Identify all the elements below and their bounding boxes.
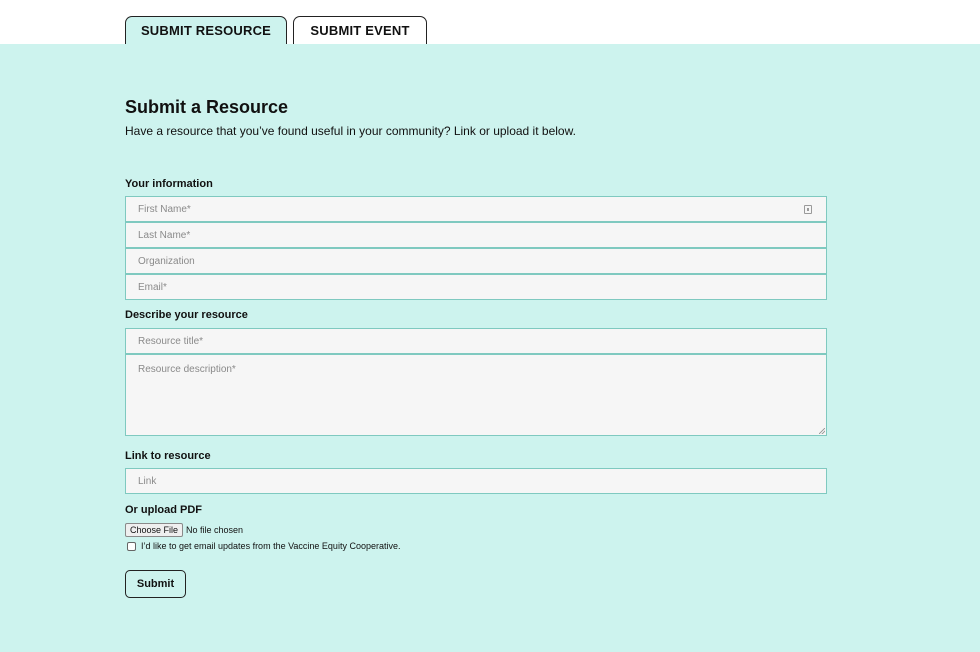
page-subtitle: Have a resource that you’ve found useful… bbox=[125, 124, 576, 138]
organization-placeholder: Organization bbox=[138, 255, 195, 267]
file-status: No file chosen bbox=[186, 525, 244, 535]
choose-file-button[interactable]: Choose File bbox=[125, 523, 184, 537]
section-label-link: Link to resource bbox=[125, 450, 211, 462]
resource-title-placeholder: Resource title* bbox=[138, 335, 204, 347]
tab-submit-resource[interactable]: SUBMIT RESOURCE bbox=[125, 16, 287, 44]
contact-card-icon[interactable] bbox=[804, 205, 812, 214]
form-panel: Submit a Resource Have a resource that y… bbox=[0, 44, 980, 652]
resize-grip-icon[interactable] bbox=[819, 428, 825, 434]
resource-description-field[interactable]: Resource description* bbox=[125, 354, 827, 436]
tab-submit-event[interactable]: SUBMIT EVENT bbox=[293, 16, 427, 44]
last-name-field[interactable]: Last Name* bbox=[125, 222, 827, 248]
section-label-upload: Or upload PDF bbox=[125, 504, 202, 516]
tab-bar: SUBMIT RESOURCE SUBMIT EVENT bbox=[0, 0, 980, 44]
email-field[interactable]: Email* bbox=[125, 274, 827, 300]
email-updates-checkbox[interactable] bbox=[127, 541, 136, 551]
section-label-describe: Describe your resource bbox=[125, 309, 248, 321]
first-name-placeholder: First Name* bbox=[138, 203, 191, 215]
email-updates-label[interactable]: I’d like to get email updates from the V… bbox=[141, 541, 400, 551]
file-upload: Choose File No file chosen bbox=[125, 523, 243, 537]
section-label-your-information: Your information bbox=[125, 178, 213, 190]
resource-title-field[interactable]: Resource title* bbox=[125, 328, 827, 354]
submit-button[interactable]: Submit bbox=[125, 570, 186, 598]
organization-field[interactable]: Organization bbox=[125, 248, 827, 274]
last-name-placeholder: Last Name* bbox=[138, 229, 191, 241]
link-placeholder: Link bbox=[138, 475, 157, 487]
email-placeholder: Email* bbox=[138, 281, 167, 293]
link-field[interactable]: Link bbox=[125, 468, 827, 494]
page-title: Submit a Resource bbox=[125, 97, 289, 117]
email-updates-option: I’d like to get email updates from the V… bbox=[127, 541, 400, 551]
resource-description-placeholder: Resource description* bbox=[138, 364, 236, 375]
first-name-field[interactable]: First Name* bbox=[125, 196, 827, 222]
